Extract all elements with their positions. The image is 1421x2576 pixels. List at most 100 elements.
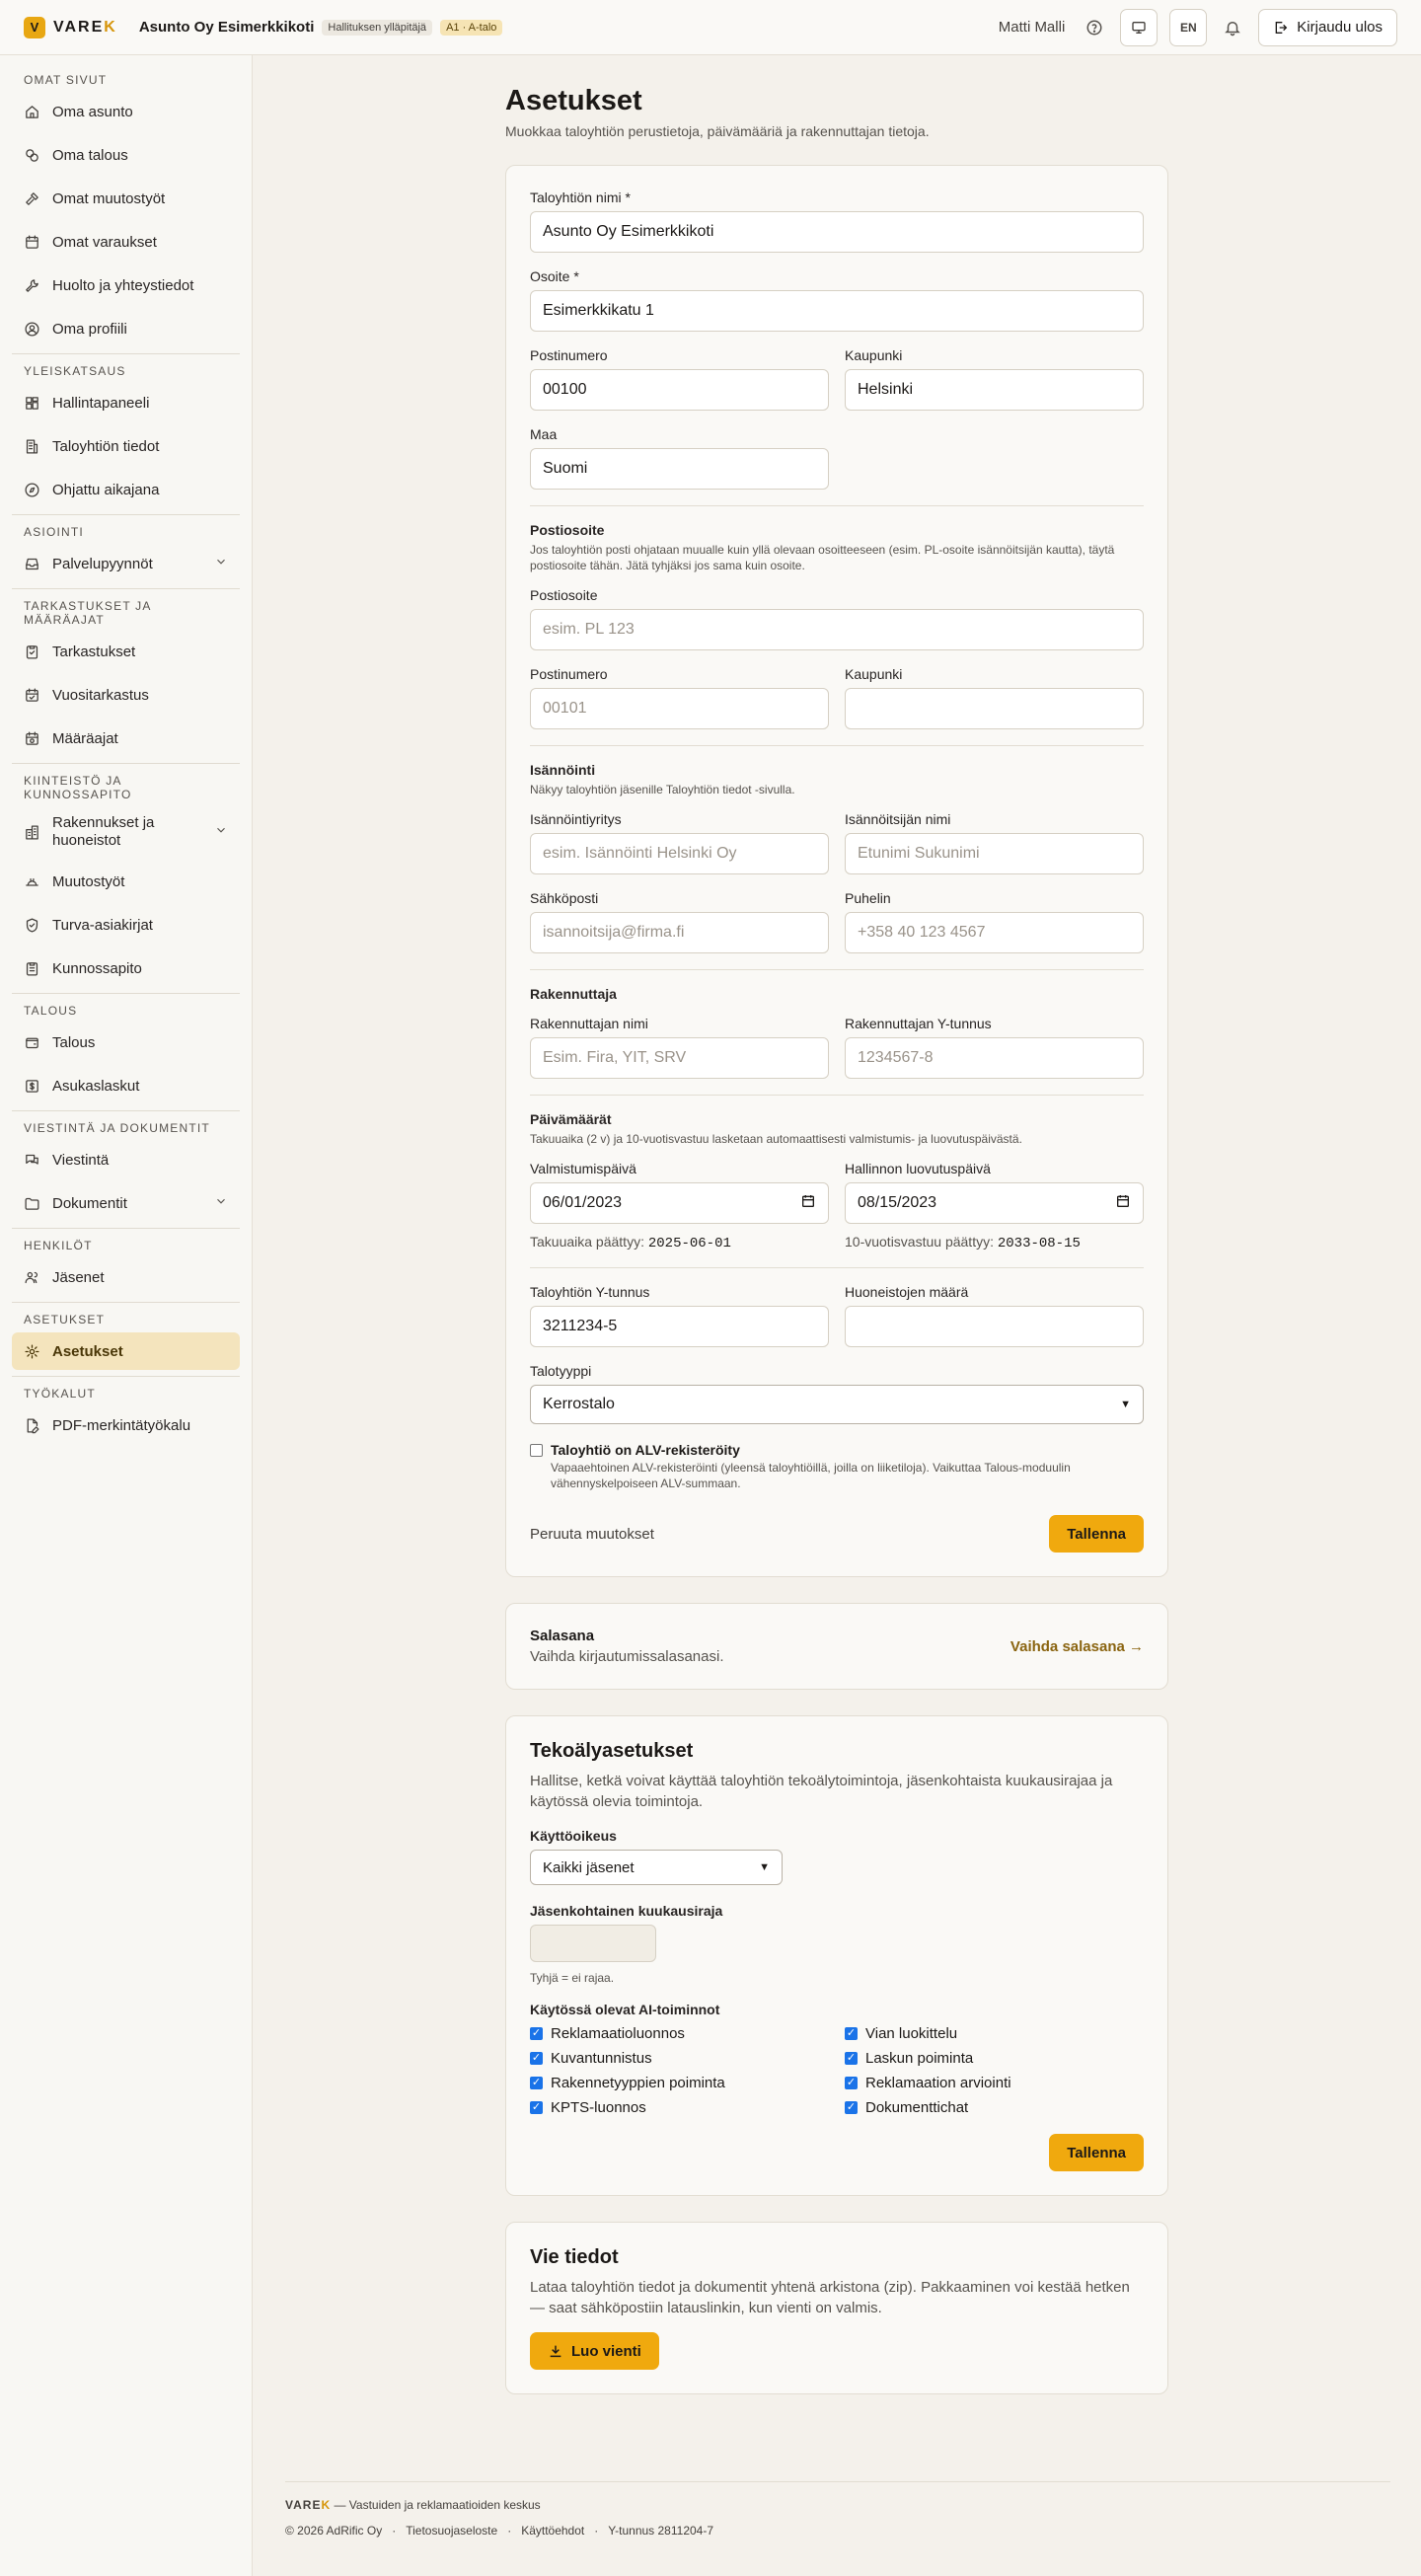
divider	[530, 1095, 1144, 1096]
ai-feature-checkbox[interactable]: ✓	[530, 2052, 543, 2065]
ai-feature-option[interactable]: ✓ Reklamaation arviointi	[845, 2075, 1144, 2091]
chevron-down-icon[interactable]	[214, 555, 228, 572]
nav-section-title: KIINTEISTÖ JA KUNNOSSAPITO	[24, 774, 132, 801]
ai-feature-option[interactable]: ✓ Laskun poiminta	[845, 2050, 1144, 2067]
sidebar-item[interactable]: PDF-merkintätyökalu	[12, 1406, 240, 1444]
access-value: Kaikki jäsenet	[543, 1858, 635, 1876]
sidebar-item[interactable]: Rakennukset ja huoneistot	[12, 807, 240, 857]
privacy-link[interactable]: Tietosuojaseloste	[406, 2524, 497, 2538]
logout-label: Kirjaudu ulos	[1297, 19, 1383, 36]
builder-title: Rakennuttaja	[530, 986, 617, 1002]
help-icon[interactable]	[1081, 14, 1108, 41]
sidebar-item[interactable]: Kunnossapito	[12, 949, 240, 987]
vat-checkbox[interactable]	[530, 1444, 543, 1457]
ai-feature-label: Laskun poiminta	[865, 2050, 974, 2067]
ai-feature-checkbox[interactable]: ✓	[845, 2077, 858, 2089]
calendar-icon[interactable]	[800, 1193, 816, 1214]
sidebar-item[interactable]: Talous	[12, 1023, 240, 1061]
export-description: Lataa taloyhtiön tiedot ja dokumentit yh…	[530, 2279, 1130, 2316]
completion-date-input[interactable]: 06/01/2023	[530, 1182, 829, 1224]
name-input[interactable]: Asunto Oy Esimerkkikoti	[530, 211, 1144, 253]
ai-feature-option[interactable]: ✓ Reklamaatioluonnos	[530, 2025, 829, 2042]
ai-feature-option[interactable]: ✓ Kuvantunnistus	[530, 2050, 829, 2067]
ai-feature-checkbox[interactable]: ✓	[845, 2052, 858, 2065]
house-type-select[interactable]: Kerrostalo ▼	[530, 1385, 1144, 1424]
ai-feature-option[interactable]: ✓ Dokumenttichat	[845, 2099, 1144, 2116]
phone-field[interactable]: +358 40 123 4567	[845, 912, 1144, 953]
sidebar-item[interactable]: Tarkastukset	[12, 633, 240, 670]
sidebar-item[interactable]: Viestintä	[12, 1141, 240, 1178]
postal-code-input[interactable]: 00100	[530, 369, 829, 411]
access-select[interactable]: Kaikki jäsenet ▼	[530, 1850, 783, 1885]
business-id-input[interactable]: 3211234-5	[530, 1306, 829, 1347]
ai-feature-checkbox[interactable]: ✓	[530, 2077, 543, 2089]
ai-feature-option[interactable]: ✓ Rakennetyyppien poiminta	[530, 2075, 829, 2091]
sidebar-item[interactable]: Dokumentit	[12, 1184, 240, 1222]
app-logo[interactable]: V VAREK	[24, 16, 117, 38]
mgmt-company-input[interactable]: esim. Isännöinti Helsinki Oy	[530, 833, 829, 874]
handover-date-input[interactable]: 08/15/2023	[845, 1182, 1144, 1224]
chevron-down-icon: ▼	[1120, 1399, 1131, 1410]
sidebar-item-label: Asetukset	[52, 1342, 123, 1360]
sidebar-item[interactable]: Turva-asiakirjat	[12, 906, 240, 944]
po-city-input[interactable]	[845, 688, 1144, 729]
sidebar-item[interactable]: Palvelupyynnöt	[12, 545, 240, 582]
sidebar-item[interactable]: Taloyhtiön tiedot	[12, 427, 240, 465]
save-button[interactable]: Tallenna	[1049, 1515, 1144, 1553]
logout-button[interactable]: Kirjaudu ulos	[1258, 8, 1397, 46]
ai-feature-checkbox[interactable]: ✓	[845, 2101, 858, 2114]
email-field[interactable]: isannoitsija@firma.fi	[530, 912, 829, 953]
sidebar-item[interactable]: Jäsenet	[12, 1258, 240, 1296]
apartment-count-input[interactable]	[845, 1306, 1144, 1347]
bell-icon[interactable]	[1219, 14, 1246, 41]
change-password-link[interactable]: Vaihda salasana →	[1010, 1638, 1144, 1655]
sidebar-item-label: Määräajat	[52, 729, 118, 747]
address-input[interactable]: Esimerkkikatu 1	[530, 290, 1144, 332]
cancel-button[interactable]: Peruuta muutokset	[530, 1526, 654, 1543]
ai-feature-option[interactable]: ✓ KPTS-luonnos	[530, 2099, 829, 2116]
sidebar-item-label: Omat muutostyöt	[52, 189, 166, 207]
calendar-icon[interactable]	[1115, 1193, 1131, 1214]
city-input[interactable]: Helsinki	[845, 369, 1144, 411]
sidebar-item[interactable]: Omat varaukset	[12, 223, 240, 261]
sidebar-item[interactable]: Asetukset	[12, 1332, 240, 1370]
nav-section-title: OMAT SIVUT	[24, 73, 108, 87]
nav-section-title: HENKILÖT	[24, 1239, 93, 1252]
create-export-button[interactable]: Luo vienti	[530, 2332, 659, 2370]
ai-feature-checkbox[interactable]: ✓	[845, 2027, 858, 2040]
po-input[interactable]: esim. PL 123	[530, 609, 1144, 650]
sidebar-item[interactable]: Oma profiili	[12, 310, 240, 347]
clipboard-list-icon	[26, 961, 38, 976]
role-badge: Hallituksen ylläpitäjä	[322, 19, 433, 36]
hammer-icon	[26, 191, 38, 205]
divider	[530, 505, 1144, 506]
ai-feature-option[interactable]: ✓ Vian luokittelu	[845, 2025, 1144, 2042]
terms-link[interactable]: Käyttöehdot	[521, 2524, 584, 2538]
po-postal-input[interactable]: 00101	[530, 688, 829, 729]
sidebar-item[interactable]: Huolto ja yhteystiedot	[12, 266, 240, 304]
sidebar-item[interactable]: Ohjattu aikajana	[12, 471, 240, 508]
builder-name-input[interactable]: Esim. Fira, YIT, SRV	[530, 1037, 829, 1079]
sidebar-item[interactable]: Määräajat	[12, 720, 240, 757]
sidebar-item[interactable]: Hallintapaneeli	[12, 384, 240, 421]
ai-feature-checkbox[interactable]: ✓	[530, 2027, 543, 2040]
ai-feature-checkbox[interactable]: ✓	[530, 2101, 543, 2114]
builder-id-input[interactable]: 1234567-8	[845, 1037, 1144, 1079]
display-mode-button[interactable]	[1120, 8, 1159, 46]
sidebar-item[interactable]: Asukaslaskut	[12, 1067, 240, 1104]
language-button[interactable]: EN	[1169, 8, 1208, 46]
download-icon	[550, 2345, 561, 2358]
footer: VAREK — Vastuiden ja reklamaatioiden kes…	[285, 2481, 1390, 2538]
sidebar-item-label: Oma talous	[52, 146, 128, 164]
chevron-down-icon[interactable]	[214, 1194, 228, 1212]
ai-save-button[interactable]: Tallenna	[1049, 2134, 1144, 2171]
sidebar-item[interactable]: Muutostyöt	[12, 863, 240, 900]
sidebar-item[interactable]: Vuositarkastus	[12, 676, 240, 714]
sidebar-item[interactable]: Oma talous	[12, 136, 240, 174]
sidebar-item[interactable]: Oma asunto	[12, 93, 240, 130]
sidebar-item[interactable]: Omat muutostyöt	[12, 180, 240, 217]
monthly-limit-input[interactable]	[530, 1925, 656, 1962]
country-input[interactable]: Suomi	[530, 448, 829, 490]
chevron-down-icon[interactable]	[214, 823, 228, 842]
manager-name-input[interactable]: Etunimi Sukunimi	[845, 833, 1144, 874]
